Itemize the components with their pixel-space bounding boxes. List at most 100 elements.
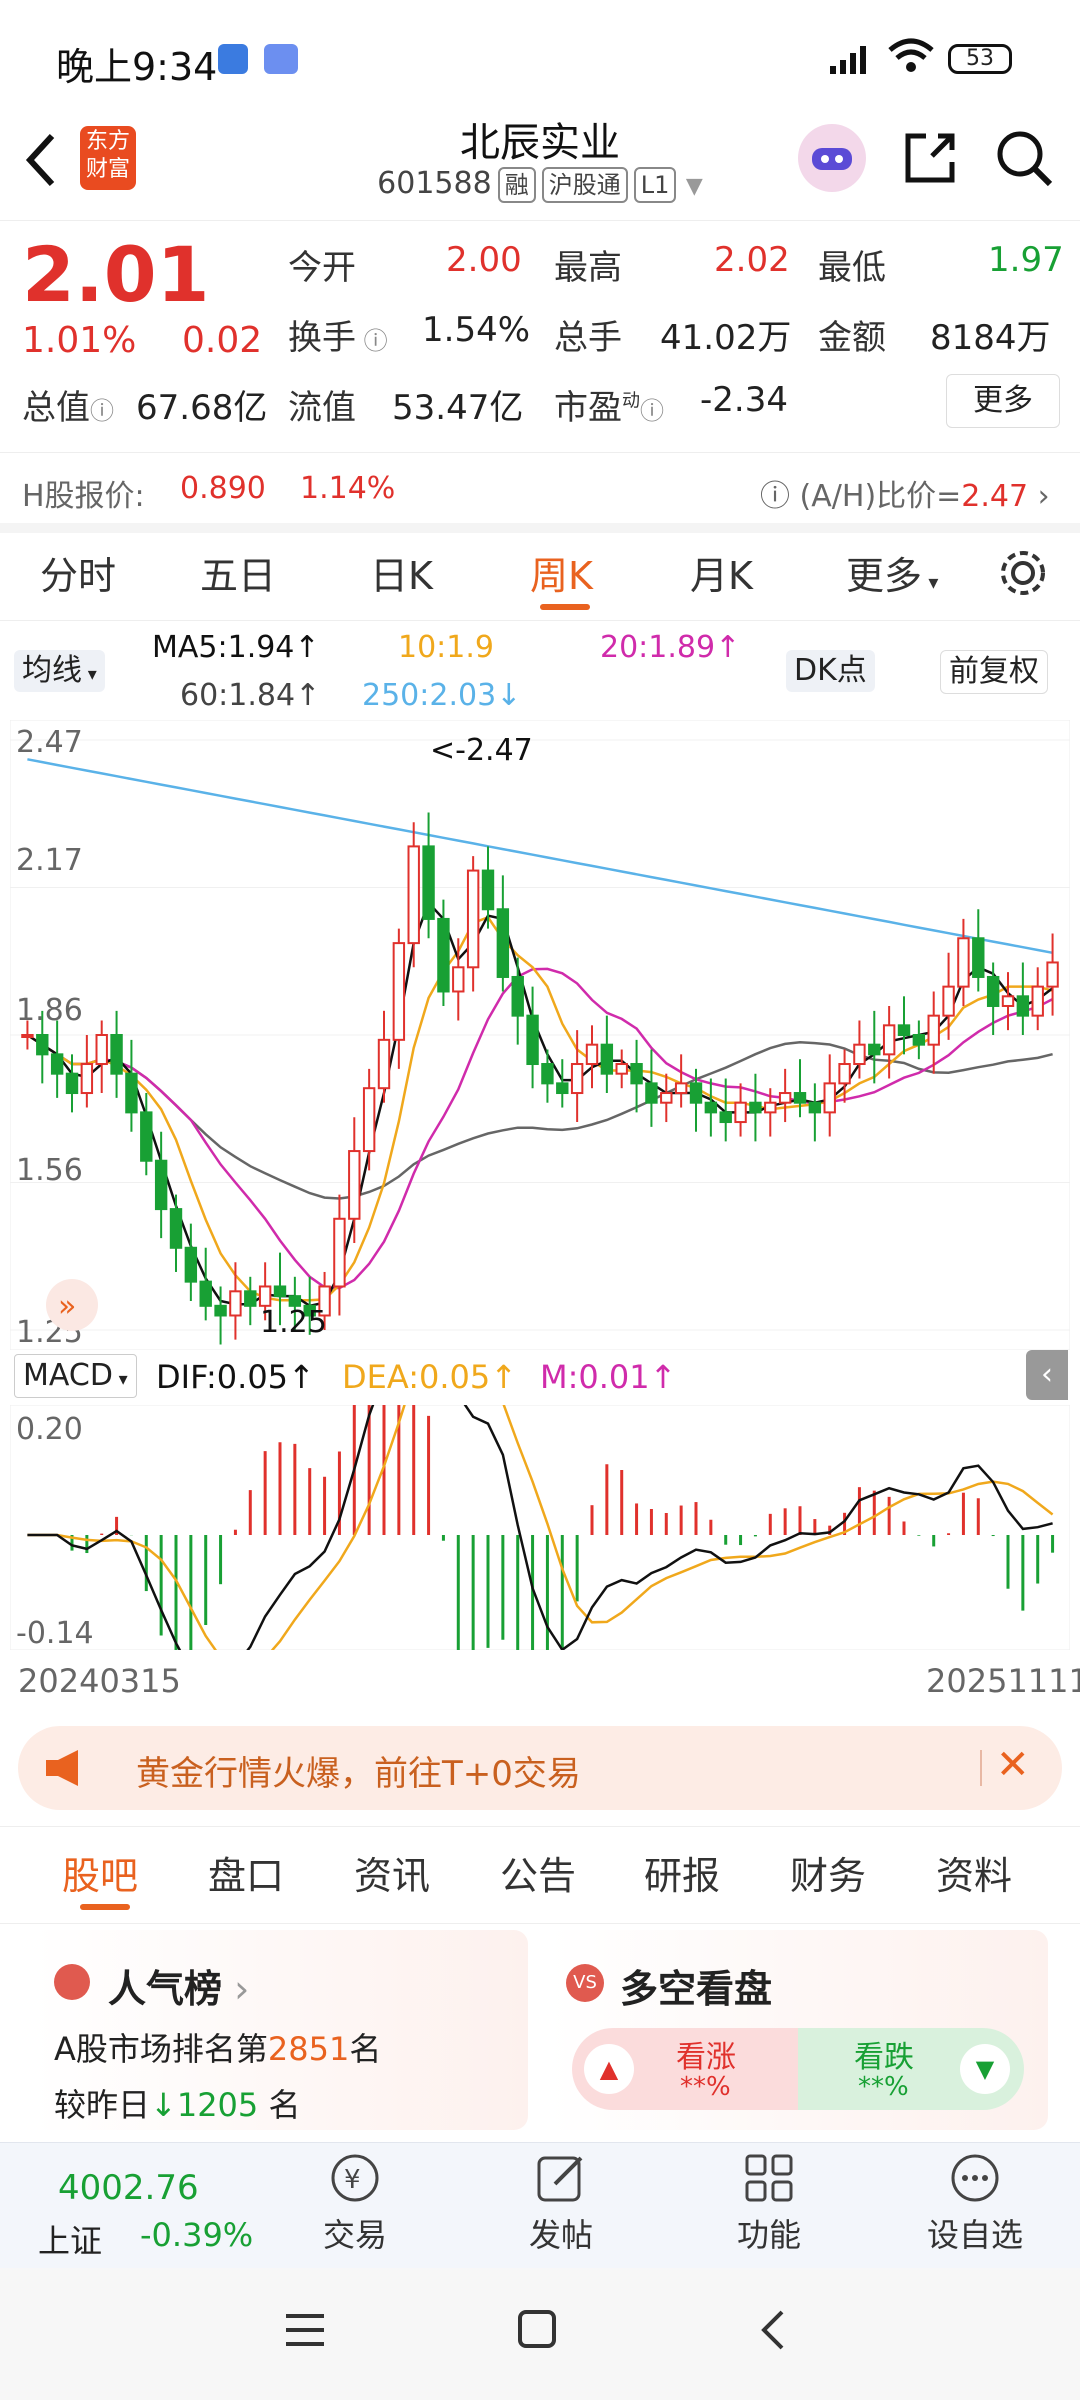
app-badge-icon [218, 44, 248, 74]
candle-body [972, 937, 985, 978]
nav-post[interactable]: 发帖 [496, 2150, 626, 2256]
low-label: 最低 [818, 248, 886, 288]
float-label: 流值 [288, 388, 356, 428]
promo-banner[interactable]: 黄金行情火爆，前往T+0交易 ✕ [18, 1726, 1062, 1810]
more-button[interactable]: 更多 [946, 374, 1060, 428]
nav-post-label: 发帖 [528, 2216, 593, 2254]
svg-text:»: » [58, 1289, 76, 1324]
tab-daily-k[interactable]: 日K [370, 545, 433, 600]
robot-avatar-icon[interactable] [798, 124, 866, 192]
mktcap-value: 67.68亿 [136, 388, 268, 428]
nav-trade[interactable]: ¥ 交易 [290, 2150, 420, 2256]
candle-body [21, 1034, 34, 1038]
candle-body [897, 1024, 911, 1037]
hshare-pct: 1.14% [300, 471, 396, 506]
index-name: 上证 [38, 2222, 103, 2260]
dk-button[interactable]: DK点 [786, 650, 875, 692]
home-icon[interactable] [516, 2308, 560, 2356]
candle-body [1046, 961, 1059, 988]
menu-icon[interactable] [282, 2310, 328, 2354]
open-value: 2.00 [446, 240, 522, 280]
compare-suffix: 名 [268, 2086, 301, 2124]
candle-body [154, 1159, 168, 1211]
last-price: 2.01 [22, 230, 210, 319]
rank-suffix: 名 [349, 2030, 382, 2068]
banner-divider [980, 1750, 982, 1786]
info-icon[interactable]: ⓘ [356, 327, 388, 355]
status-bar: 晚上9:34 53 [0, 0, 1080, 120]
macd-tick-bottom: -0.14 [16, 1616, 94, 1650]
tab-intraday[interactable]: 分时 [40, 545, 116, 600]
turnover-label-text: 换手 [288, 318, 356, 358]
tab-profile[interactable]: 资料 [936, 1845, 1012, 1900]
tab-weekly-k[interactable]: 周K [530, 545, 593, 600]
dea-label: DEA:0.05↑ [342, 1358, 518, 1396]
bear-button[interactable]: 看跌 **% ▼ [798, 2028, 1024, 2110]
hshare-row[interactable]: H股报价: 0.890 1.14% ⓘ (A/H)比价=2.47 › [0, 452, 1080, 533]
macd-chart[interactable]: 0.20 -0.14 [10, 1405, 1070, 1650]
candle-body [214, 1304, 227, 1317]
candle-body [556, 1082, 569, 1095]
candle-body [422, 845, 435, 920]
ma-button-label: 均线 [22, 653, 82, 688]
index-widget[interactable]: 4002.76 上证 -0.39% [32, 2168, 272, 2260]
macd-button[interactable]: MACD ▾ [14, 1354, 137, 1398]
share-icon[interactable] [900, 128, 960, 192]
search-icon[interactable] [994, 128, 1054, 192]
pe-label-text: 市盈 [554, 388, 622, 428]
status-time: 晚上9:34 [56, 45, 218, 89]
candle-body [511, 975, 524, 1017]
candle-body [437, 917, 450, 993]
macd-label: MACD [23, 1358, 113, 1393]
adjust-button[interactable]: 前复权 [940, 650, 1048, 694]
high-value: 2.02 [714, 240, 790, 280]
kline-chart[interactable]: 2.47 2.17 1.86 1.56 1.25 <-2.47 1.25 » [10, 720, 1070, 1350]
ma-button[interactable]: 均线 ▾ [14, 650, 105, 692]
bull-button[interactable]: ▲ 看涨 **% [572, 2028, 798, 2110]
candle-body [600, 1043, 614, 1075]
ma10-label: 10:1.9 [398, 630, 494, 665]
ma20-label: 20:1.89↑ [600, 630, 741, 665]
active-tab-indicator [540, 604, 590, 610]
tab-five-day[interactable]: 五日 [200, 545, 276, 600]
candle-body [348, 1150, 361, 1220]
candle-body [184, 1246, 198, 1283]
settings-gear-icon[interactable] [996, 546, 1050, 604]
dropdown-icon[interactable]: ▼ [686, 174, 703, 199]
popularity-card[interactable]: 人气榜 › A股市场排名第2851名 较昨日↓1205 名 [32, 1930, 528, 2130]
amount-value: 8184万 [930, 318, 1051, 358]
nav-functions[interactable]: 功能 [704, 2150, 834, 2256]
candle-body [823, 1082, 836, 1114]
candle-body [793, 1092, 807, 1104]
tab-research[interactable]: 研报 [644, 1845, 720, 1900]
candle-body [704, 1101, 718, 1114]
sentiment-title: 多空看盘 [620, 1967, 773, 2011]
tab-news[interactable]: 资讯 [354, 1845, 430, 1900]
candle-body [734, 1101, 747, 1124]
candle-body [65, 1072, 79, 1095]
tab-monthly-k[interactable]: 月K [690, 545, 753, 600]
tab-announcements[interactable]: 公告 [500, 1845, 576, 1900]
candle-body [541, 1063, 554, 1085]
expand-arrow-icon[interactable]: » [46, 1279, 98, 1331]
close-icon[interactable]: ✕ [996, 1742, 1030, 1788]
candle-body [452, 966, 465, 993]
tab-pankou[interactable]: 盘口 [208, 1845, 284, 1900]
tab-finance[interactable]: 财务 [790, 1845, 866, 1900]
info-icon[interactable]: ⓘ [640, 397, 664, 425]
candle-body [927, 1014, 940, 1046]
collapse-panel-button[interactable]: ‹ [1026, 1350, 1068, 1400]
volume-label: 总手 [554, 318, 622, 358]
back-nav-icon[interactable] [756, 2308, 790, 2356]
nav-add-watchlist[interactable]: 设自选 [910, 2150, 1040, 2256]
info-icon[interactable]: ⓘ [90, 397, 114, 425]
svg-text:¥: ¥ [344, 2165, 361, 2195]
popularity-title-text: 人气榜 [108, 1967, 223, 2011]
y-tick-1: 2.47 [16, 725, 83, 760]
bear-label: 看跌 [854, 2040, 914, 2075]
mktcap-label: 总值ⓘ [22, 380, 114, 429]
y-tick-3: 1.86 [16, 993, 83, 1028]
tab-more[interactable]: 更多 ▾ [846, 545, 938, 600]
candle-body [377, 1038, 391, 1090]
tab-guba[interactable]: 股吧 [62, 1845, 138, 1900]
